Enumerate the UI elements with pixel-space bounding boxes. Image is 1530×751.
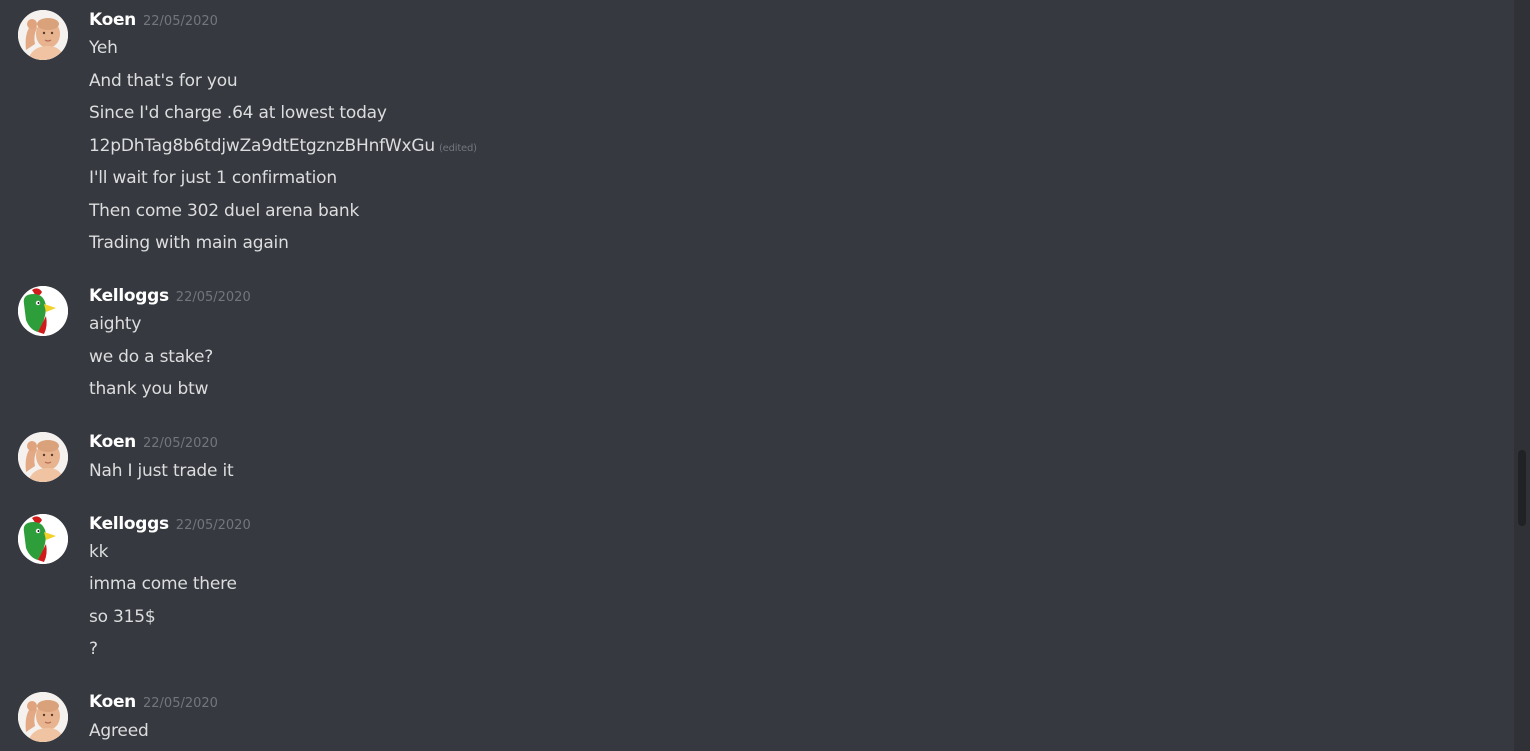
username[interactable]: Koen	[89, 692, 136, 712]
timestamp: 22/05/2020	[175, 290, 251, 305]
username[interactable]: Koen	[89, 10, 136, 30]
scrollbar-thumb[interactable]	[1518, 450, 1526, 526]
username[interactable]: Koen	[89, 432, 136, 452]
message-text: Nah I just trade it	[89, 461, 234, 481]
avatar[interactable]	[18, 692, 68, 742]
timestamp: 22/05/2020	[175, 518, 251, 533]
timestamp: 22/05/2020	[143, 436, 218, 451]
rooster-icon	[18, 286, 68, 336]
username[interactable]: Kelloggs	[89, 514, 169, 534]
baby-flexing-icon	[18, 432, 68, 482]
message-header: Kelloggs 22/05/2020	[89, 514, 251, 536]
message-text: we do a stake?	[89, 347, 214, 367]
baby-flexing-icon	[18, 10, 68, 60]
message-text: Trading with main again	[89, 233, 289, 253]
rooster-icon	[18, 514, 68, 564]
edited-label: (edited)	[438, 143, 477, 154]
username[interactable]: Kelloggs	[89, 286, 169, 306]
message-header: Koen 22/05/2020	[89, 692, 218, 714]
message-text: Since I'd charge .64 at lowest today	[89, 103, 387, 123]
message-text: ?	[89, 639, 98, 659]
message-text: Then come 302 duel arena bank	[89, 201, 360, 221]
scrollbar-track[interactable]	[1514, 0, 1530, 751]
timestamp: 22/05/2020	[143, 696, 218, 711]
chat-messages-area: Koen 22/05/2020 Yeh And that's for you Si…	[0, 0, 1514, 751]
message-text: kk	[89, 542, 109, 562]
message-text: I'll wait for just 1 confirmation	[89, 168, 337, 188]
avatar[interactable]	[18, 286, 68, 336]
message-text: so 315$	[89, 607, 156, 627]
message-text: aighty	[89, 314, 142, 334]
message-header: Kelloggs 22/05/2020	[89, 286, 251, 308]
message-text: imma come there	[89, 574, 237, 594]
message-text: And that's for you	[89, 71, 238, 91]
message-header: Koen 22/05/2020	[89, 10, 218, 32]
message-text: thank you btw	[89, 379, 209, 399]
avatar[interactable]	[18, 432, 68, 482]
message-text: 12pDhTag8b6tdjwZa9dtEtgznzBHnfWxGu (edite…	[89, 136, 477, 156]
timestamp: 22/05/2020	[143, 14, 218, 29]
baby-flexing-icon	[18, 692, 68, 742]
avatar[interactable]	[18, 514, 68, 564]
message-header: Koen 22/05/2020	[89, 432, 218, 454]
avatar[interactable]	[18, 10, 68, 60]
message-text: Yeh	[89, 38, 118, 58]
message-text: Agreed	[89, 721, 149, 741]
